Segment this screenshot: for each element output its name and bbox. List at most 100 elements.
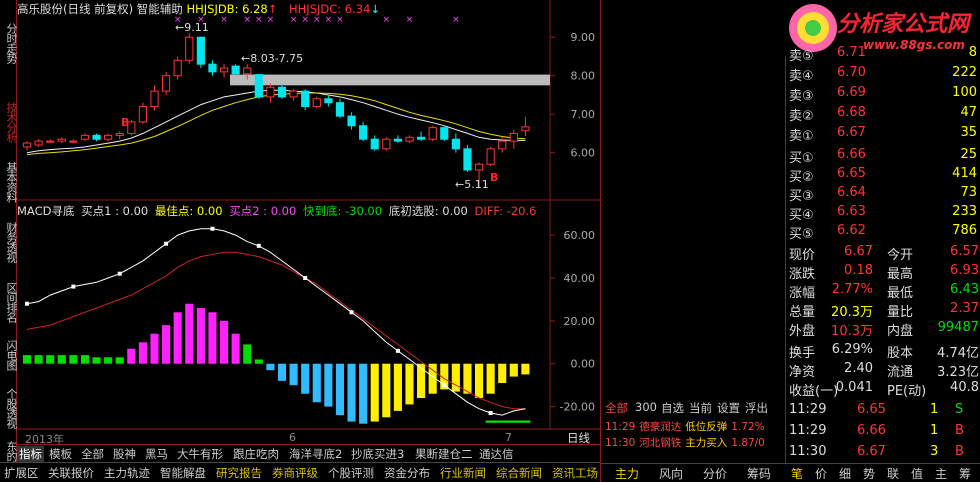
tick-volume: 1 [930, 423, 939, 438]
candle-body [335, 102, 345, 117]
tab-dark-horse[interactable]: 黑马 [143, 446, 170, 462]
candle [463, 144, 472, 172]
tab-fund-dist[interactable]: 资金分布 [382, 465, 432, 481]
right-tab-left[interactable]: 主力 [615, 465, 639, 482]
ttab-all[interactable]: 全部 [605, 400, 628, 416]
ask-row[interactable]: 卖⑤ 6.71 8 [787, 43, 980, 64]
right-tab-left[interactable]: 风向 [659, 465, 683, 482]
macd-bar [370, 363, 379, 422]
candle [208, 60, 217, 76]
ask-price: 6.67 [837, 125, 866, 140]
right-panel: 分析家公式网 www.88gs.com 卖⑤ 6.71 8 卖④ 6.70 222 卖③ 6.… [600, 0, 980, 482]
tab-template[interactable]: 模板 [47, 446, 74, 462]
nav-technical[interactable]: 技术分析 [0, 92, 18, 152]
right-tab-right[interactable]: 细 [839, 465, 851, 482]
tab-research[interactable]: 研究报告 [214, 465, 264, 481]
candle-body [474, 163, 484, 171]
stat-label: 总量 [789, 305, 816, 320]
macd-name: MACD寻底 [17, 204, 75, 218]
date-month-6: 6 [289, 431, 296, 444]
kline-macd-chart[interactable]: × × × × × × × × × × × × × × 9.008.007.006.0060.0040.0… [17, 0, 600, 444]
nav-stock-view[interactable]: 个股透视 [0, 378, 18, 438]
news-time: 11:29 [605, 421, 636, 433]
ask-row[interactable]: 卖④ 6.70 222 [787, 63, 980, 84]
ask-price: 6.68 [837, 105, 866, 120]
nav-flash-chart[interactable]: 闪电图 [0, 332, 18, 378]
ttab-300[interactable]: 300 [635, 400, 657, 414]
macd-bar [463, 363, 472, 394]
price-axis-label: 9.00 [571, 31, 596, 44]
right-tab-right[interactable]: 价 [815, 465, 827, 482]
ask-row[interactable]: 卖② 6.68 47 [787, 103, 980, 124]
news-event: 主力买入 [685, 437, 728, 449]
macd-bar [393, 363, 402, 411]
tab-smart[interactable]: 智能解盘 [158, 465, 208, 481]
right-tab-right[interactable]: 联 [887, 465, 899, 482]
signal-marker: × [383, 15, 391, 25]
tick-price: 6.65 [857, 402, 886, 417]
right-tab-right[interactable]: 值 [911, 465, 923, 482]
tab-tdx[interactable]: 通达信 [477, 446, 516, 462]
tab-general-news[interactable]: 综合新闻 [494, 465, 544, 481]
tab-stock-god[interactable]: 股神 [111, 446, 138, 462]
tab-eval[interactable]: 个股评测 [326, 465, 376, 481]
ttab-watch[interactable]: 自选 [661, 400, 684, 416]
nav-more[interactable]: 东的 [0, 440, 18, 462]
tab-bull[interactable]: 大牛有形 [175, 446, 225, 462]
tab-follow[interactable]: 跟庄吃肉 [231, 446, 281, 462]
chart-area[interactable]: × × × × × × × × × × × × × × 9.00 8.00 7.00 6.00 60.00 40.0… [17, 0, 600, 446]
macd-bar [196, 308, 205, 364]
news-item[interactable]: 11:29 德豪润达 低位反弹 1.72% [605, 419, 785, 435]
candle-body [521, 126, 530, 132]
ask-row[interactable]: 卖① 6.67 35 [787, 123, 980, 144]
candle-body [324, 98, 333, 104]
candle [301, 89, 310, 111]
right-tab-right[interactable]: 主 [935, 465, 947, 482]
nav-range-rank[interactable]: 区间排名 [0, 272, 18, 332]
candle [115, 131, 124, 140]
right-tab-right[interactable]: 势 [863, 465, 875, 482]
tab-related[interactable]: 关联报价 [46, 465, 96, 481]
macd-bar [312, 363, 321, 403]
candle [104, 133, 113, 142]
tab-rating[interactable]: 券商评级 [270, 465, 320, 481]
nav-timeshare[interactable]: 分时走势 [0, 2, 18, 84]
ttab-current[interactable]: 当前 [689, 400, 712, 416]
tab-ocean[interactable]: 海洋寻底2 [287, 446, 344, 462]
gap-band [230, 74, 550, 86]
right-tab-left[interactable]: 筹码 [747, 465, 771, 482]
nav-finance[interactable]: 财务透视 [0, 212, 18, 272]
diff-dot [210, 226, 215, 231]
candle [277, 83, 287, 99]
right-tab-right[interactable]: 筹 [959, 465, 971, 482]
tab-indicator[interactable]: 指标 [17, 446, 44, 462]
news-item[interactable]: 11:30 河北钢铁 主力买入 1.87/0 [605, 435, 785, 451]
diff-line [26, 228, 526, 416]
bid-row[interactable]: 买④ 6.63 233 [787, 202, 980, 223]
tab-build[interactable]: 果断建仓二 [413, 446, 475, 462]
bid-row[interactable]: 买③ 6.64 73 [787, 183, 980, 204]
bid-row[interactable]: 买② 6.65 414 [787, 164, 980, 185]
tab-bottom-buy[interactable]: 抄底买进3 [349, 446, 406, 462]
candle-body [34, 140, 43, 146]
candle-body [312, 98, 321, 107]
ttab-settings[interactable]: 设置 [717, 400, 740, 416]
candle [69, 139, 78, 144]
tab-extend[interactable]: 扩展区 [2, 465, 41, 481]
nav-fundamentals[interactable]: 基本资料 [0, 152, 18, 212]
bid-row[interactable]: 买① 6.66 25 [787, 145, 980, 166]
ask-row[interactable]: 卖③ 6.69 100 [787, 83, 980, 104]
tab-all[interactable]: 全部 [79, 446, 106, 462]
right-tab-right[interactable]: 笔 [791, 465, 803, 482]
tab-industry-news[interactable]: 行业新闻 [438, 465, 488, 481]
news-time: 11:30 [605, 437, 636, 449]
ttab-float[interactable]: 浮出 [745, 400, 768, 416]
right-tab-left[interactable]: 分价 [703, 465, 727, 482]
tab-info-factory[interactable]: 资讯工场 [550, 465, 600, 481]
diff-dot [117, 271, 122, 276]
candle [46, 139, 55, 144]
tick-row: 11:30 6.67 3 B [787, 442, 980, 462]
tab-main-track[interactable]: 主力轨迹 [102, 465, 152, 481]
tick-side: B [955, 423, 964, 438]
bid-row[interactable]: 买⑤ 6.62 786 [787, 221, 980, 242]
